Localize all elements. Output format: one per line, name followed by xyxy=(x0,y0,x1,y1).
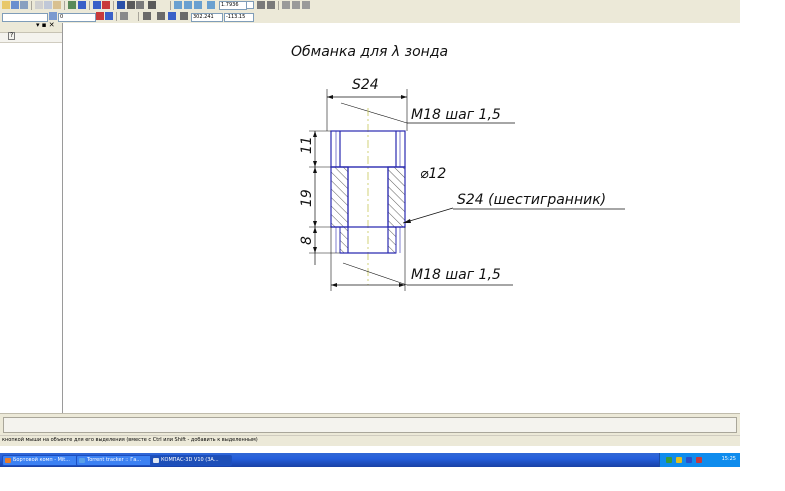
kompas-icon xyxy=(153,458,159,463)
coord-x-field[interactable]: 302.241 xyxy=(191,13,223,22)
dim-11: 11 xyxy=(299,136,315,154)
local-cs-icon[interactable] xyxy=(143,12,151,20)
zoom-scale-icon[interactable] xyxy=(207,1,215,9)
task-firefox[interactable]: Бортовой комп - Mit... xyxy=(2,455,78,466)
help-button[interactable]: ? xyxy=(8,32,16,40)
coord-y-field[interactable]: -113.15 xyxy=(224,13,254,22)
bottom-thread-right xyxy=(387,226,397,254)
redo-icon[interactable] xyxy=(102,1,110,9)
zoom-field[interactable]: 1.7936 xyxy=(219,1,247,10)
task-torrent[interactable]: Torrent tracker :: Га... xyxy=(76,455,154,466)
print-icon[interactable] xyxy=(20,1,28,9)
property-panel-field xyxy=(3,417,737,433)
tray-icon-2[interactable] xyxy=(676,457,682,463)
bottom-thread-left xyxy=(339,226,349,254)
browser-icon xyxy=(79,458,85,463)
ortho-icon[interactable] xyxy=(157,12,165,20)
cursor-coord-icon xyxy=(180,12,188,20)
layer-icon[interactable] xyxy=(49,12,57,20)
pan-icon[interactable] xyxy=(257,1,265,9)
display-icon[interactable] xyxy=(302,1,310,9)
task-label: КОМПАС-3D V10 (ЗА... xyxy=(161,457,219,463)
drawing-canvas[interactable]: Обманка для λ зонда S24 M18 шаг 1,5 11 1… xyxy=(63,23,740,413)
zoom-window-icon[interactable] xyxy=(174,1,182,9)
drawing-title: Обманка для λ зонда xyxy=(291,44,448,60)
library-icon[interactable] xyxy=(127,1,135,9)
tray-icon-3[interactable] xyxy=(686,457,692,463)
thread-top-label: M18 шаг 1,5 xyxy=(411,107,501,123)
dim-19: 19 xyxy=(299,189,315,207)
cut-icon[interactable] xyxy=(35,1,43,9)
thread-bottom-label: M18 шаг 1,5 xyxy=(411,267,501,283)
zoom-dropdown-icon[interactable] xyxy=(246,1,254,9)
status-bar: кнопкой мыши на объекте для его выделени… xyxy=(0,435,740,446)
property-panel xyxy=(0,413,740,436)
manager-icon[interactable] xyxy=(78,1,86,9)
undo-icon[interactable] xyxy=(93,1,101,9)
zoom-in-icon[interactable] xyxy=(184,1,192,9)
task-label: Бортовой комп - Mit... xyxy=(13,457,71,463)
show-all-icon[interactable] xyxy=(267,1,275,9)
task-label: Torrent tracker :: Га... xyxy=(87,457,142,463)
refresh-icon[interactable] xyxy=(282,1,290,9)
zoom-out-icon[interactable] xyxy=(194,1,202,9)
open-icon[interactable] xyxy=(2,1,10,9)
dim-s24-top: S24 xyxy=(352,77,379,93)
tray-icon-4[interactable] xyxy=(696,457,702,463)
tree-panel-toolbar: ? xyxy=(0,32,62,43)
fx-icon[interactable] xyxy=(136,1,144,9)
paste-icon[interactable] xyxy=(53,1,61,9)
panel-controls[interactable]: ▾ ▪ ✕ xyxy=(36,21,55,29)
tree-panel: ▾ ▪ ✕ ? xyxy=(0,21,63,413)
system-tray: 15:25 xyxy=(659,453,740,467)
copy-icon[interactable] xyxy=(44,1,52,9)
layer-field[interactable]: 0 xyxy=(58,13,96,22)
drawing-svg: Обманка для λ зонда S24 M18 шаг 1,5 11 1… xyxy=(291,44,625,291)
hex-label: S24 (шестигранник) xyxy=(457,192,606,208)
snap-icon[interactable] xyxy=(96,12,104,20)
hex-wall-right xyxy=(387,166,406,228)
properties-icon[interactable] xyxy=(68,1,76,9)
hex-wall-left xyxy=(330,166,349,228)
dim-8: 8 xyxy=(299,236,315,245)
variables-icon[interactable] xyxy=(117,1,125,9)
edit-icon[interactable] xyxy=(105,12,113,20)
help-icon[interactable] xyxy=(148,1,156,9)
bound-icon[interactable] xyxy=(168,12,176,20)
status-hint: кнопкой мыши на объекте для его выделени… xyxy=(2,437,258,443)
windows-taskbar: Бортовой комп - Mit... Torrent tracker :… xyxy=(0,453,740,467)
firefox-icon xyxy=(5,458,11,463)
tray-icon-1[interactable] xyxy=(666,457,672,463)
kompas-window: 1.7936 0 302.241 -113.15 ▾ ▪ ✕ ? Обманка… xyxy=(0,0,740,467)
tools-icon[interactable] xyxy=(292,1,300,9)
dia-12-label: ⌀12 xyxy=(420,166,446,182)
grid-icon[interactable] xyxy=(120,12,128,20)
clock: 15:25 xyxy=(721,456,736,462)
task-kompas[interactable]: КОМПАС-3D V10 (ЗА... xyxy=(150,455,232,466)
save-icon[interactable] xyxy=(11,1,19,9)
